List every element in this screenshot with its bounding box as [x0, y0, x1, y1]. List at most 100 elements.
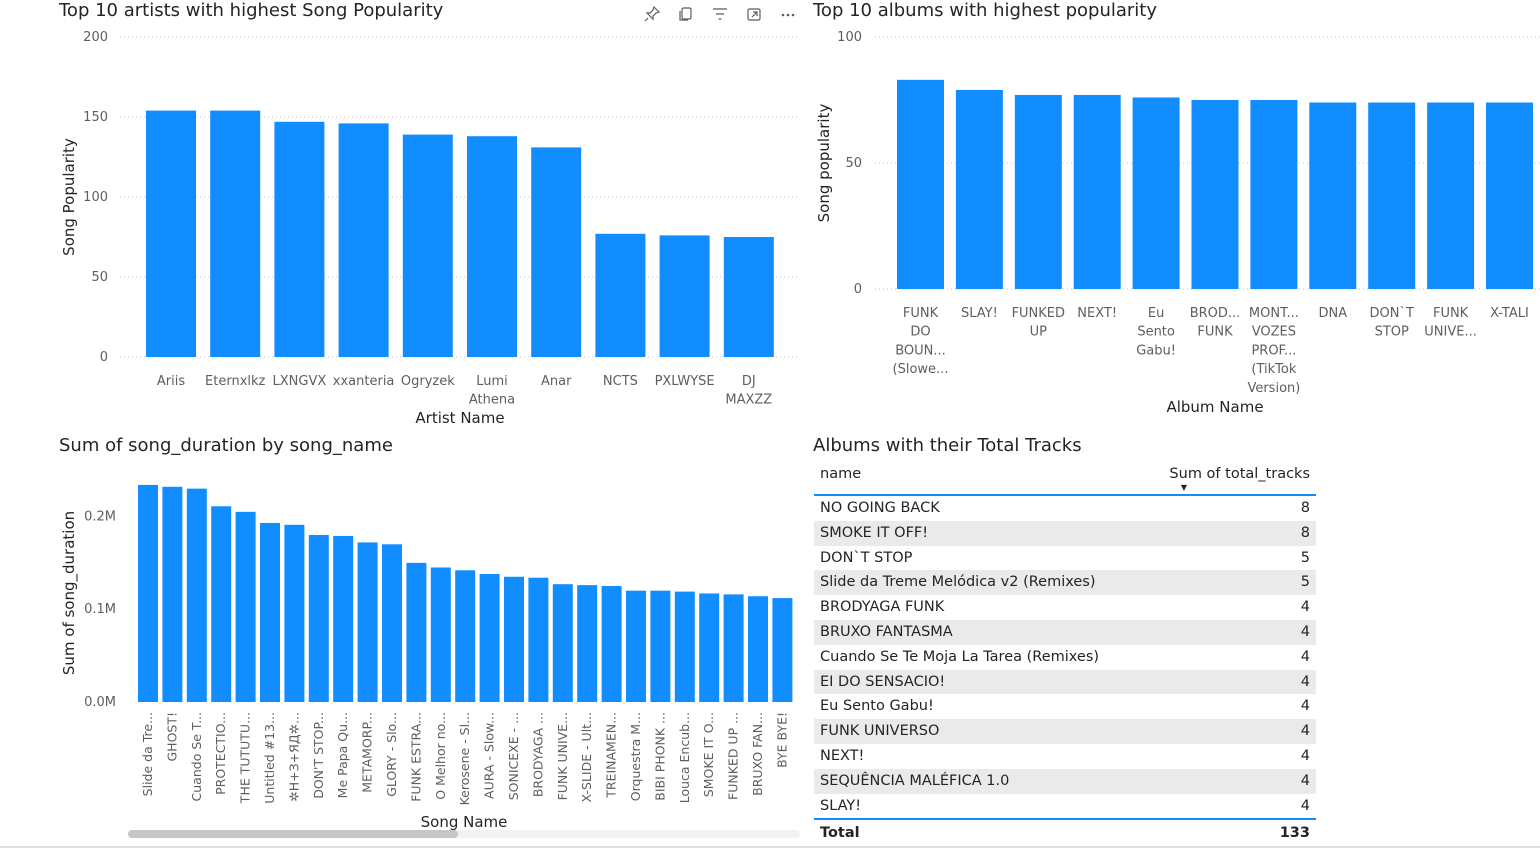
total-tracks-cell: 4	[1300, 797, 1310, 814]
x-tick-label: FUNK UNIVE...	[1424, 306, 1477, 340]
bar	[430, 567, 451, 702]
table-row[interactable]: SLAY! 4	[814, 794, 1316, 819]
filter-icon[interactable]	[708, 4, 732, 24]
bar	[186, 488, 207, 702]
table-row[interactable]: BRODYAGA FUNK 4	[814, 595, 1316, 620]
y-tick-label: 0.0M	[84, 695, 116, 710]
total-tracks-cell: 4	[1300, 673, 1310, 690]
x-tick-label: Anar	[541, 374, 572, 389]
bar	[333, 535, 354, 702]
duration-bar-chart-svg: 0.0M 0.1M 0.2M Sum of song_duration Slide da…	[60, 484, 793, 831]
column-header-name[interactable]: name	[820, 466, 861, 482]
y-tick-label: 0	[854, 282, 862, 297]
bar	[531, 147, 582, 357]
x-tick-label: BIBI PHONK ...	[652, 712, 667, 801]
table-row[interactable]: Eu Sento Gabu! 4	[814, 694, 1316, 719]
scrollbar-thumb[interactable]	[128, 830, 458, 838]
artists-popularity-chart[interactable]: Top 10 artists with highest Song Popular…	[0, 0, 805, 432]
table-row[interactable]: SEQUÊNCIA MALÉFICA 1.0 4	[814, 768, 1316, 794]
table-row[interactable]: FUNK UNIVERSO 4	[814, 719, 1316, 744]
album-name-cell: Eu Sento Gabu!	[820, 698, 934, 715]
bar	[211, 506, 232, 702]
y-axis-title: Song Popularity	[60, 138, 78, 256]
more-options-icon[interactable]	[776, 4, 800, 24]
x-tick-label: FUNK DO BOUN... (Slowe...	[893, 306, 949, 377]
x-tick-label: TREINAMEN...	[604, 712, 619, 799]
album-name-cell: SEQUÊNCIA MALÉFICA 1.0	[820, 772, 1010, 789]
x-tick-label: Lumi Athena	[469, 374, 515, 408]
table-row[interactable]: Slide da Treme Melódica v2 (Remixes) 5	[814, 570, 1316, 596]
x-tick-label: DON'T STOP...	[311, 712, 326, 799]
table-row[interactable]: EI DO SENSACIO! 4	[814, 669, 1316, 695]
album-name-cell: NO GOING BACK	[820, 500, 940, 516]
pin-icon[interactable]	[640, 4, 664, 24]
bar	[626, 590, 646, 702]
album-name-cell: DON`T STOP	[820, 549, 913, 566]
table-row[interactable]: DON`T STOP 5	[814, 546, 1316, 571]
y-tick-label: 50	[91, 270, 108, 285]
x-tick-label: BRUXO FAN...	[750, 712, 765, 796]
x-axis-title: Song Name	[421, 813, 508, 831]
y-tick-label: 0	[100, 350, 108, 365]
bar	[723, 594, 744, 702]
bar	[1368, 102, 1416, 290]
horizontal-scrollbar[interactable]	[128, 830, 800, 838]
total-value: 133	[1279, 825, 1310, 842]
x-tick-label: X-SLIDE - Ult...	[579, 712, 594, 802]
total-tracks-cell: 4	[1300, 747, 1310, 764]
x-tick-label: Orquestra M...	[628, 712, 643, 801]
albums-total-tracks-table[interactable]: name Sum of total_tracks ▼ NO GOING BACK…	[814, 462, 1316, 846]
focus-mode-icon[interactable]	[742, 4, 766, 24]
x-tick-label: Eu Sento Gabu!	[1136, 306, 1176, 358]
bar	[659, 235, 710, 357]
table-row[interactable]: SMOKE IT OFF! 8	[814, 520, 1316, 546]
bar	[1250, 100, 1298, 289]
bar	[897, 79, 944, 289]
total-tracks-cell: 4	[1300, 772, 1310, 789]
table-row[interactable]: NEXT! 4	[814, 744, 1316, 769]
artists-bar-chart-svg: 0 50 100 150 200 Song Popularity Ariis Eternxlk…	[60, 30, 800, 427]
x-tick-label: Untitled #13...	[262, 712, 277, 804]
bar	[210, 110, 261, 357]
bar	[357, 542, 378, 702]
bar	[402, 134, 453, 357]
column-header-total-tracks[interactable]: Sum of total_tracks	[1169, 466, 1310, 482]
total-tracks-cell: 4	[1300, 623, 1310, 640]
bar	[162, 486, 183, 702]
bar	[479, 573, 500, 702]
total-tracks-cell: 5	[1300, 574, 1310, 591]
bar	[528, 577, 549, 702]
y-tick-label: 100	[83, 190, 108, 205]
x-tick-label: DNA	[1318, 306, 1347, 321]
x-tick-label: BRODYAGA ...	[530, 712, 545, 797]
y-tick-label: 200	[83, 30, 108, 45]
bar	[455, 570, 476, 702]
bar	[284, 524, 305, 702]
copy-icon[interactable]	[674, 4, 698, 24]
bar	[146, 110, 196, 357]
x-tick-label: FUNK UNIVE...	[555, 712, 570, 800]
y-tick-label: 0.2M	[84, 509, 116, 524]
table-row[interactable]: NO GOING BACK 8	[814, 496, 1316, 521]
x-tick-label: FUNKED UP ...	[726, 712, 741, 800]
x-axis-title: Album Name	[1166, 398, 1263, 416]
table-title: Albums with their Total Tracks	[813, 435, 1082, 456]
table-row[interactable]: Cuando Se Te Moja La Tarea (Remixes) 4	[814, 645, 1316, 670]
table-row[interactable]: BRUXO FANTASMA 4	[814, 619, 1316, 645]
x-tick-label: FUNKED UP	[1012, 306, 1065, 340]
bar	[577, 585, 598, 702]
albums-popularity-chart[interactable]: Top 10 albums with highest popularity 05…	[805, 0, 1540, 432]
album-name-cell: Slide da Treme Melódica v2 (Remixes)	[820, 574, 1096, 591]
x-tick-label: Kerosene - Sl...	[457, 712, 472, 805]
bar	[1309, 102, 1357, 290]
bar	[382, 544, 402, 702]
table-body: NO GOING BACK 8 SMOKE IT OFF! 8 DON`T STOP 5 S…	[814, 496, 1316, 818]
album-name-cell: Cuando Se Te Moja La Tarea (Remixes)	[820, 648, 1100, 665]
album-name-cell: NEXT!	[820, 747, 865, 764]
bar	[504, 576, 524, 702]
bar	[1132, 97, 1180, 289]
bar	[595, 233, 646, 357]
total-tracks-cell: 8	[1300, 524, 1310, 541]
x-tick-label: METAMORP...	[360, 712, 375, 793]
song-duration-chart[interactable]: Sum of song_duration by song_name 0.0M 0.…	[0, 432, 805, 846]
